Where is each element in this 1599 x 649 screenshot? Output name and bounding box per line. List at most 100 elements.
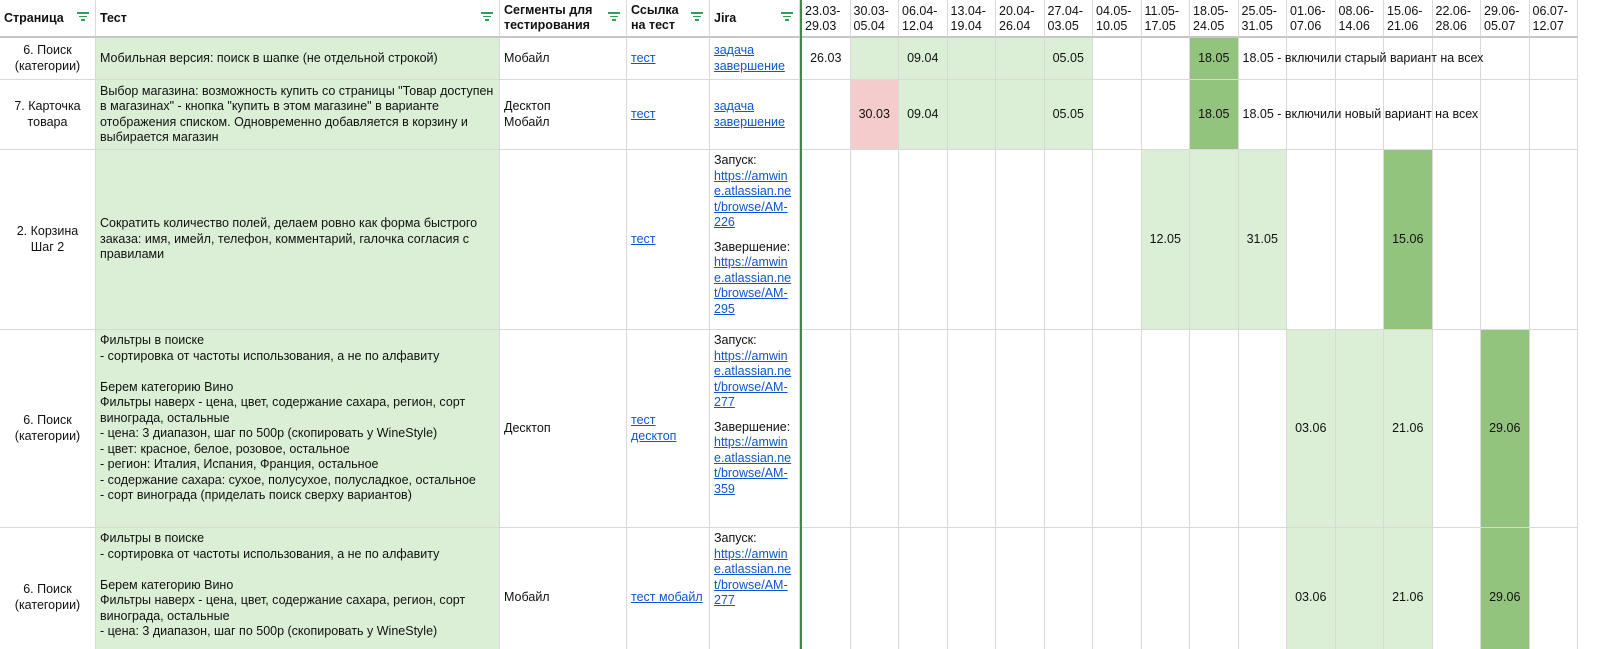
cell-jira[interactable]: задача завершение (710, 38, 800, 80)
date-cell[interactable] (899, 330, 948, 528)
test-link[interactable]: тест (631, 107, 656, 123)
date-cell[interactable] (996, 38, 1045, 80)
date-cell[interactable] (1335, 150, 1384, 330)
jira-launch-link[interactable]: https://amwin e.atlassian.ne t/browse/AM… (714, 169, 795, 231)
header-segments[interactable]: Сегменты для тестирования (500, 0, 627, 38)
date-cell[interactable] (1044, 330, 1093, 528)
week-header[interactable]: 06.04- 12.04 (899, 0, 948, 38)
filter-icon[interactable] (781, 12, 793, 21)
week-header[interactable]: 27.04- 03.05 (1044, 0, 1093, 38)
week-header[interactable]: 20.04- 26.04 (996, 0, 1045, 38)
date-cell[interactable] (1529, 330, 1578, 528)
week-header[interactable]: 11.05- 17.05 (1141, 0, 1190, 38)
date-cell[interactable] (802, 80, 851, 150)
cell-segments[interactable]: Десктоп (500, 330, 627, 528)
date-cell[interactable] (1093, 528, 1142, 649)
date-cell[interactable]: 29.06 (1481, 528, 1530, 649)
jira-launch-link[interactable]: https://amwin e.atlassian.ne t/browse/AM… (714, 547, 795, 609)
cell-segments[interactable] (500, 150, 627, 330)
date-cell[interactable] (1142, 528, 1190, 649)
week-header[interactable]: 18.05- 24.05 (1190, 0, 1239, 38)
date-cell[interactable] (1529, 150, 1578, 330)
jira-finish-link[interactable]: https://amwin e.atlassian.ne t/browse/AM… (714, 435, 795, 497)
week-header[interactable]: 22.06- 28.06 (1432, 0, 1481, 38)
date-cell[interactable] (1481, 80, 1530, 150)
jira-finish-link[interactable]: https://amwin e.atlassian.ne t/browse/AM… (714, 255, 795, 317)
date-cell[interactable] (996, 528, 1045, 649)
date-cell[interactable] (1093, 150, 1142, 330)
date-cell[interactable] (996, 80, 1045, 150)
date-cell[interactable] (1530, 528, 1578, 649)
date-cell[interactable] (948, 528, 996, 649)
week-header[interactable]: 04.05- 10.05 (1093, 0, 1142, 38)
date-cell[interactable]: 09.04 (899, 80, 948, 150)
cell-jira[interactable]: Запуск: https://amwin e.atlassian.ne t/br… (710, 150, 800, 330)
date-cell[interactable]: 05.05 (1044, 80, 1093, 150)
date-cell[interactable]: 21.06 (1384, 330, 1433, 528)
test-link[interactable]: тест (631, 51, 656, 67)
cell-segments[interactable]: Мобайл (500, 38, 627, 80)
date-cell[interactable] (947, 150, 996, 330)
week-header[interactable]: 13.04- 19.04 (947, 0, 996, 38)
date-cell[interactable] (802, 330, 851, 528)
cell-page[interactable]: 6. Поиск (категории) (0, 38, 96, 80)
cell-link[interactable]: тест (627, 38, 710, 80)
header-link[interactable]: Ссылка на тест (627, 0, 710, 38)
cell-test[interactable]: Выбор магазина: возможность купить со ст… (96, 80, 500, 150)
filter-icon[interactable] (608, 12, 620, 21)
cell-segments[interactable]: Мобайл (500, 528, 627, 649)
date-cell[interactable]: 30.03 (850, 80, 899, 150)
week-header[interactable]: 25.05- 31.05 (1238, 0, 1287, 38)
date-cell[interactable]: 18.05 (1190, 80, 1239, 150)
date-cell[interactable] (1238, 330, 1287, 528)
header-test[interactable]: Тест (96, 0, 500, 38)
date-cell[interactable] (1239, 528, 1287, 649)
date-cell[interactable] (1190, 330, 1239, 528)
date-cell[interactable] (1045, 528, 1093, 649)
date-cell[interactable] (899, 150, 948, 330)
date-cell[interactable] (996, 330, 1045, 528)
test-link[interactable]: тест (631, 232, 656, 248)
date-cell[interactable] (1093, 38, 1142, 80)
date-cell[interactable]: 12.05 (1141, 150, 1190, 330)
week-header[interactable]: 15.06- 21.06 (1384, 0, 1433, 38)
cell-segments[interactable]: Десктоп Мобайл (500, 80, 627, 150)
cell-link[interactable]: тест (627, 150, 710, 330)
date-cell[interactable] (899, 528, 948, 649)
date-cell[interactable] (850, 150, 899, 330)
filter-icon[interactable] (77, 12, 89, 21)
date-cell[interactable] (1433, 528, 1481, 649)
date-cell[interactable] (1190, 528, 1239, 649)
date-cell[interactable] (850, 330, 899, 528)
date-cell[interactable] (996, 150, 1045, 330)
cell-jira[interactable]: задача завершение (710, 80, 800, 150)
jira-link[interactable]: задача завершение (714, 43, 785, 74)
jira-link[interactable]: задача завершение (714, 99, 785, 130)
date-cell[interactable] (1335, 330, 1384, 528)
header-page[interactable]: Страница (0, 0, 96, 38)
cell-test[interactable]: Фильтры в поиске - сортировка от частоты… (96, 528, 500, 649)
date-cell[interactable] (802, 150, 851, 330)
date-cell[interactable] (1481, 38, 1530, 80)
date-cell[interactable] (1432, 150, 1481, 330)
date-cell[interactable]: 03.06 (1287, 528, 1336, 649)
cell-jira[interactable]: Запуск: https://amwin e.atlassian.ne t/br… (710, 330, 800, 528)
date-cell[interactable]: 09.04 (899, 38, 948, 80)
week-header[interactable]: 23.03- 29.03 (802, 0, 851, 38)
date-cell[interactable]: 05.05 (1044, 38, 1093, 80)
jira-launch-link[interactable]: https://amwin e.atlassian.ne t/browse/AM… (714, 349, 795, 411)
week-header[interactable]: 06.07- 12.07 (1529, 0, 1578, 38)
date-cell[interactable]: 03.06 (1287, 330, 1336, 528)
header-jira[interactable]: Jira (710, 0, 800, 38)
date-cell[interactable] (1529, 80, 1578, 150)
week-header[interactable]: 30.03- 05.04 (850, 0, 899, 38)
date-cell[interactable] (1141, 330, 1190, 528)
freeze-divider[interactable] (800, 0, 802, 649)
date-cell[interactable] (1287, 150, 1336, 330)
date-cell[interactable] (947, 80, 996, 150)
date-cell[interactable] (1093, 80, 1142, 150)
date-cell[interactable] (851, 528, 899, 649)
cell-link[interactable]: тест (627, 80, 710, 150)
test-link[interactable]: тест десктоп (631, 413, 676, 444)
date-cell[interactable] (1044, 150, 1093, 330)
